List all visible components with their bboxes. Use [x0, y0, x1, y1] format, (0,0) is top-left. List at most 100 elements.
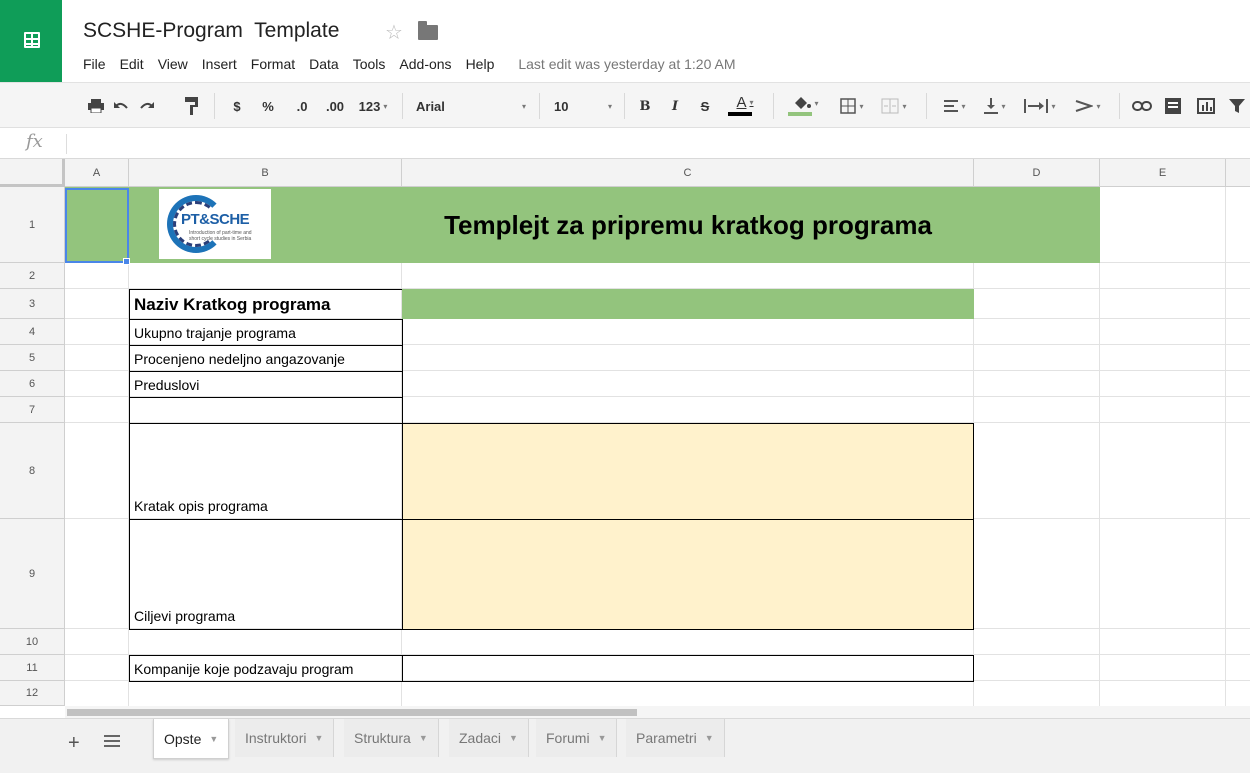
- sheets-app-icon[interactable]: [0, 0, 62, 82]
- chevron-down-icon[interactable]: ▼: [598, 733, 607, 743]
- text-color-swatch: [728, 112, 752, 116]
- insert-link-icon[interactable]: [1131, 95, 1153, 117]
- star-icon[interactable]: ☆: [385, 20, 403, 45]
- row-header-8[interactable]: 8: [0, 423, 65, 519]
- sheet-tab-opste[interactable]: Opste ▼: [153, 719, 230, 759]
- active-cell-selection[interactable]: [65, 188, 129, 263]
- insert-chart-icon[interactable]: [1196, 95, 1216, 117]
- text-rotation-button[interactable]: ▾: [1070, 95, 1106, 117]
- sheet-tab-instruktori[interactable]: Instruktori ▼: [235, 719, 335, 757]
- insert-comment-icon[interactable]: [1164, 95, 1182, 117]
- menu-data[interactable]: Data: [309, 56, 339, 72]
- strikethrough-button[interactable]: S: [697, 95, 713, 117]
- menu-edit[interactable]: Edit: [120, 56, 144, 72]
- vertical-align-button[interactable]: ▾: [978, 95, 1012, 117]
- column-header-e[interactable]: E: [1100, 159, 1226, 187]
- row-header-11[interactable]: 11: [0, 655, 65, 681]
- sheet-tab-forumi[interactable]: Forumi ▼: [536, 719, 618, 757]
- cell-b3[interactable]: Naziv Kratkog programa: [129, 289, 403, 320]
- menu-help[interactable]: Help: [466, 56, 495, 72]
- bold-button[interactable]: B: [637, 95, 653, 117]
- text-wrap-button[interactable]: ▾: [1018, 95, 1062, 117]
- sheet-tab-parametri[interactable]: Parametri ▼: [626, 719, 725, 757]
- cell-b4[interactable]: Ukupno trajanje programa: [129, 319, 403, 346]
- cell-c8[interactable]: [402, 423, 974, 520]
- spreadsheet-grid[interactable]: A B C D E 1 2 3 4 5 6 7 8 9 10 11 12 Tem…: [0, 159, 1250, 706]
- menu-insert[interactable]: Insert: [202, 56, 237, 72]
- column-header-a[interactable]: A: [65, 159, 129, 187]
- more-formats-label: 123: [358, 98, 381, 114]
- percent-format-button[interactable]: %: [260, 95, 276, 117]
- cell-b5[interactable]: Procenjeno nedeljno angazovanje: [129, 345, 403, 372]
- cell-c1-title[interactable]: Templejt za pripremu kratkog programa: [402, 187, 974, 263]
- paint-format-icon[interactable]: [183, 95, 201, 117]
- row-header-1[interactable]: 1: [0, 187, 65, 263]
- sheet-tab-label: Parametri: [636, 730, 697, 746]
- chevron-down-icon[interactable]: ▼: [314, 733, 323, 743]
- row-header-3[interactable]: 3: [0, 289, 65, 319]
- row-header-10[interactable]: 10: [0, 629, 65, 655]
- row-header-4[interactable]: 4: [0, 319, 65, 345]
- row-header-6[interactable]: 6: [0, 371, 65, 397]
- scrollbar-thumb[interactable]: [67, 709, 637, 716]
- pt-sche-logo[interactable]: PT&SCHE Introduction of part-time and sh…: [159, 189, 271, 259]
- menu-file[interactable]: File: [83, 56, 106, 72]
- increase-decimal-button[interactable]: .00: [320, 95, 350, 117]
- sheet-tab-label: Forumi: [546, 730, 590, 746]
- undo-icon[interactable]: [111, 95, 131, 117]
- horizontal-align-button[interactable]: ▾: [938, 95, 972, 117]
- fill-handle[interactable]: [123, 258, 130, 265]
- formula-bar[interactable]: fx: [0, 128, 1250, 159]
- sheet-tab-struktura[interactable]: Struktura ▼: [344, 719, 439, 757]
- italic-button[interactable]: I: [667, 95, 683, 117]
- horizontal-scrollbar[interactable]: [65, 706, 1250, 718]
- chevron-down-icon[interactable]: ▼: [419, 733, 428, 743]
- cell-c3[interactable]: [402, 289, 974, 319]
- row-header-9[interactable]: 9: [0, 519, 65, 629]
- document-title[interactable]: SCSHE-Program Template: [83, 19, 339, 43]
- decrease-decimal-button[interactable]: .0: [290, 95, 314, 117]
- cell-c9[interactable]: [402, 519, 974, 630]
- row-header-12[interactable]: 12: [0, 681, 65, 706]
- merge-cells-button[interactable]: ▾: [874, 95, 914, 117]
- font-size-select[interactable]: 10 ▾: [554, 95, 612, 117]
- chevron-down-icon[interactable]: ▼: [509, 733, 518, 743]
- column-header-f[interactable]: [1226, 159, 1250, 187]
- menu-addons[interactable]: Add-ons: [399, 56, 451, 72]
- font-family-select[interactable]: Arial ▾: [416, 95, 526, 117]
- fill-color-button[interactable]: ▾: [786, 95, 826, 117]
- chevron-down-icon: ▾: [521, 101, 526, 111]
- last-edit-status[interactable]: Last edit was yesterday at 1:20 AM: [518, 56, 735, 72]
- row-header-7[interactable]: 7: [0, 397, 65, 423]
- chevron-down-icon[interactable]: ▼: [705, 733, 714, 743]
- more-formats-button[interactable]: 123 ▾: [354, 95, 392, 117]
- text-color-button[interactable]: A ▾: [727, 95, 763, 117]
- cell-c11[interactable]: [402, 655, 974, 682]
- select-all-corner[interactable]: [0, 159, 65, 187]
- cell-b9[interactable]: Ciljevi programa: [129, 519, 403, 630]
- print-icon[interactable]: [86, 95, 106, 117]
- column-header-c[interactable]: C: [402, 159, 974, 187]
- sheet-tab-bar: + Opste ▼ Instruktori ▼ Struktura ▼ Zadaci ▼…: [0, 718, 1250, 773]
- column-header-b[interactable]: B: [129, 159, 402, 187]
- add-sheet-icon[interactable]: +: [68, 732, 80, 755]
- cell-b11[interactable]: Kompanije koje podzavaju program: [129, 655, 403, 682]
- align-left-icon: [944, 100, 959, 112]
- row-header-2[interactable]: 2: [0, 263, 65, 289]
- folder-icon[interactable]: [418, 21, 438, 40]
- chevron-down-icon[interactable]: ▼: [209, 734, 218, 744]
- all-sheets-icon[interactable]: [104, 735, 120, 749]
- redo-icon[interactable]: [137, 95, 157, 117]
- filter-icon[interactable]: [1228, 95, 1246, 117]
- row-header-5[interactable]: 5: [0, 345, 65, 371]
- borders-button[interactable]: ▾: [834, 95, 870, 117]
- cell-b8[interactable]: Kratak opis programa: [129, 423, 403, 520]
- currency-format-button[interactable]: $: [230, 95, 244, 117]
- menu-view[interactable]: View: [158, 56, 188, 72]
- sheet-tab-zadaci[interactable]: Zadaci ▼: [449, 719, 529, 757]
- menu-tools[interactable]: Tools: [353, 56, 386, 72]
- column-header-d[interactable]: D: [974, 159, 1100, 187]
- menu-format[interactable]: Format: [251, 56, 295, 72]
- cell-b6[interactable]: Preduslovi: [129, 371, 403, 398]
- cell-b7[interactable]: [129, 397, 403, 424]
